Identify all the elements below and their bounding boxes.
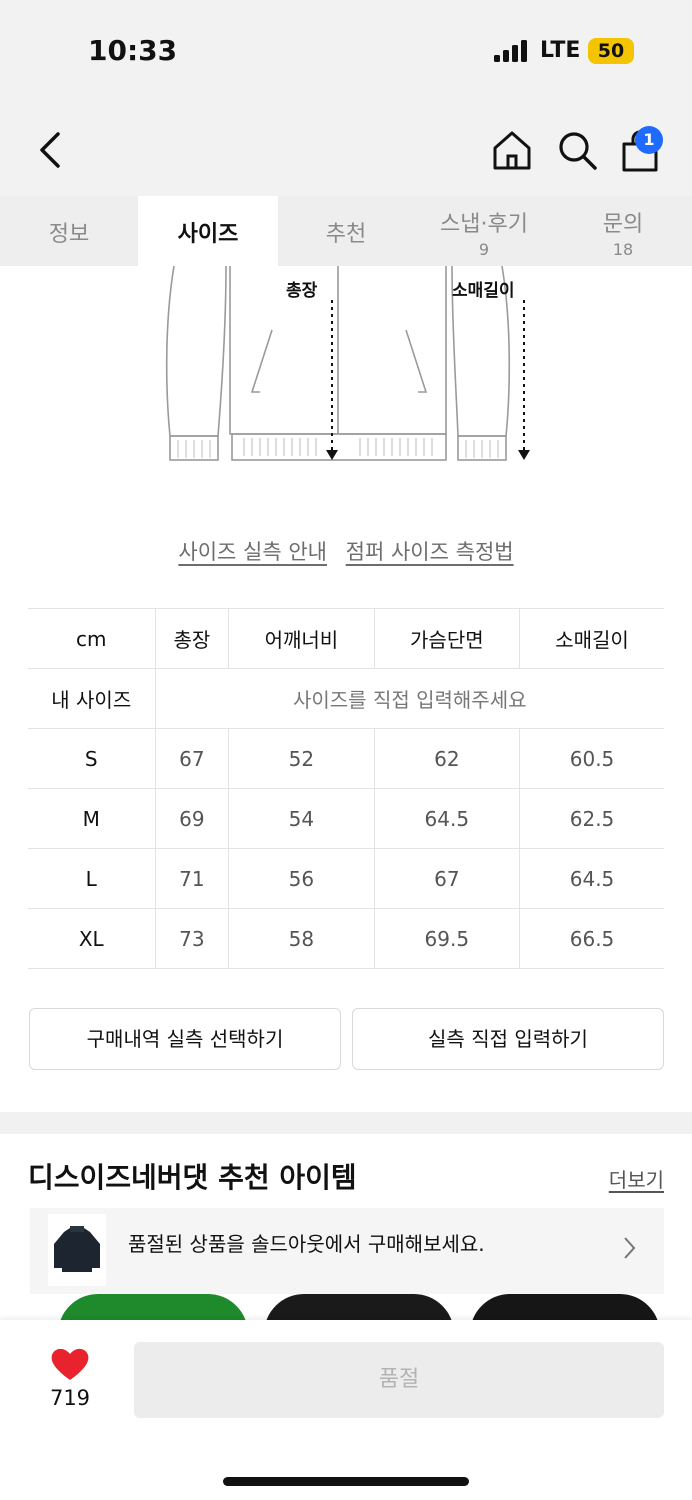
header-cell: 어깨너비 xyxy=(228,608,375,669)
table-cell: 58 xyxy=(228,908,375,969)
network-type: LTE xyxy=(540,38,581,63)
table-cell: 64.5 xyxy=(373,788,520,849)
diagram-label-sleeve-length: 소매길이 xyxy=(452,281,515,301)
cart-count-badge: 1 xyxy=(635,126,663,154)
table-cell: 67 xyxy=(373,848,520,909)
tab-label: 문의 xyxy=(602,212,644,237)
tab-size[interactable]: 사이즈 xyxy=(138,196,278,266)
table-row: S 67 52 62 60.5 xyxy=(28,728,664,789)
table-cell: 56 xyxy=(228,848,375,909)
soldout-banner[interactable]: 품절된 상품을 솔드아웃에서 구매해보세요. xyxy=(30,1208,664,1294)
like-count: 719 xyxy=(49,1386,91,1410)
product-thumbnail[interactable] xyxy=(470,1294,660,1322)
tab-label: 스냅·후기 xyxy=(440,212,528,237)
size-label: S xyxy=(28,728,155,789)
diagram-label-total-length: 총장 xyxy=(286,281,318,301)
tab-snap-review[interactable]: 스냅·후기 9 xyxy=(414,196,554,266)
header-cell: cm xyxy=(28,608,155,669)
tab-recommend[interactable]: 추천 xyxy=(278,196,414,266)
product-thumbnail[interactable] xyxy=(58,1294,248,1322)
home-icon[interactable] xyxy=(490,128,534,172)
table-cell: 69.5 xyxy=(373,908,520,969)
tab-count: 18 xyxy=(612,240,634,259)
tab-label: 추천 xyxy=(325,222,367,247)
table-cell: 64.5 xyxy=(519,848,664,909)
table-cell: 60.5 xyxy=(519,728,664,789)
actual-size-guide-link[interactable]: 사이즈 실측 안내 xyxy=(178,540,327,564)
table-cell: 67 xyxy=(154,728,229,789)
soldout-banner-text: 품절된 상품을 솔드아웃에서 구매해보세요. xyxy=(128,1232,485,1256)
section-divider xyxy=(0,1112,692,1134)
home-indicator xyxy=(223,1477,469,1486)
table-cell: 62.5 xyxy=(519,788,664,849)
tab-inquiry[interactable]: 문의 18 xyxy=(554,196,692,266)
tab-count: 9 xyxy=(478,240,490,259)
size-table: cm 총장 어깨너비 가슴단면 소매길이 내 사이즈 사이즈를 직접 입력해주세… xyxy=(28,608,664,969)
table-cell: 52 xyxy=(228,728,375,789)
table-cell: 62 xyxy=(373,728,520,789)
select-purchase-history-button[interactable]: 구매내역 실측 선택하기 xyxy=(29,1008,341,1070)
jacket-thumbnail-icon xyxy=(48,1214,106,1286)
size-label: XL xyxy=(28,908,155,969)
status-time: 10:33 xyxy=(88,34,178,67)
table-cell: 69 xyxy=(154,788,229,849)
chevron-right-icon xyxy=(624,1237,636,1259)
signal-icon xyxy=(494,40,527,62)
table-row: M 69 54 64.5 62.5 xyxy=(28,788,664,849)
header-cell: 가슴단면 xyxy=(373,608,520,669)
heart-icon[interactable] xyxy=(50,1346,90,1382)
measure-method-link[interactable]: 점퍼 사이즈 측정법 xyxy=(346,540,514,564)
screen: 10:33 LTE 50 1 정보 사이즈 추천 스냅·후기 9 문의 18 총… xyxy=(0,0,692,1500)
header-cell: 소매길이 xyxy=(519,608,664,669)
soldout-button[interactable]: 품절 xyxy=(134,1342,664,1418)
size-guide-links: 사이즈 실측 안내 점퍼 사이즈 측정법 xyxy=(0,536,692,566)
manual-input-button[interactable]: 실측 직접 입력하기 xyxy=(352,1008,664,1070)
table-cell: 71 xyxy=(154,848,229,909)
tab-label: 정보 xyxy=(48,222,90,247)
my-size-label: 내 사이즈 xyxy=(28,668,155,729)
my-size-input[interactable]: 사이즈를 직접 입력해주세요 xyxy=(154,668,664,729)
table-cell: 54 xyxy=(228,788,375,849)
recommend-section-title: 디스이즈네버댓 추천 아이템 xyxy=(28,1161,357,1194)
tab-bar: 정보 사이즈 추천 스냅·후기 9 문의 18 xyxy=(0,196,692,266)
table-cell: 73 xyxy=(154,908,229,969)
table-cell: 66.5 xyxy=(519,908,664,969)
see-more-link[interactable]: 더보기 xyxy=(609,1164,664,1193)
battery-indicator: 50 xyxy=(588,38,634,64)
recommended-products-strip xyxy=(28,1294,692,1322)
table-row: XL 73 58 69.5 66.5 xyxy=(28,908,664,969)
back-arrow-icon[interactable] xyxy=(30,128,70,172)
product-thumbnail[interactable] xyxy=(264,1294,454,1322)
header-cell: 총장 xyxy=(154,608,229,669)
tab-info[interactable]: 정보 xyxy=(0,196,138,266)
table-header-row: cm 총장 어깨너비 가슴단면 소매길이 xyxy=(28,608,664,669)
status-bar: 10:33 LTE 50 xyxy=(0,0,692,100)
my-size-row: 내 사이즈 사이즈를 직접 입력해주세요 xyxy=(28,668,664,729)
tab-label: 사이즈 xyxy=(177,222,239,247)
search-icon[interactable] xyxy=(555,128,599,172)
table-row: L 71 56 67 64.5 xyxy=(28,848,664,909)
size-label: L xyxy=(28,848,155,909)
size-label: M xyxy=(28,788,155,849)
